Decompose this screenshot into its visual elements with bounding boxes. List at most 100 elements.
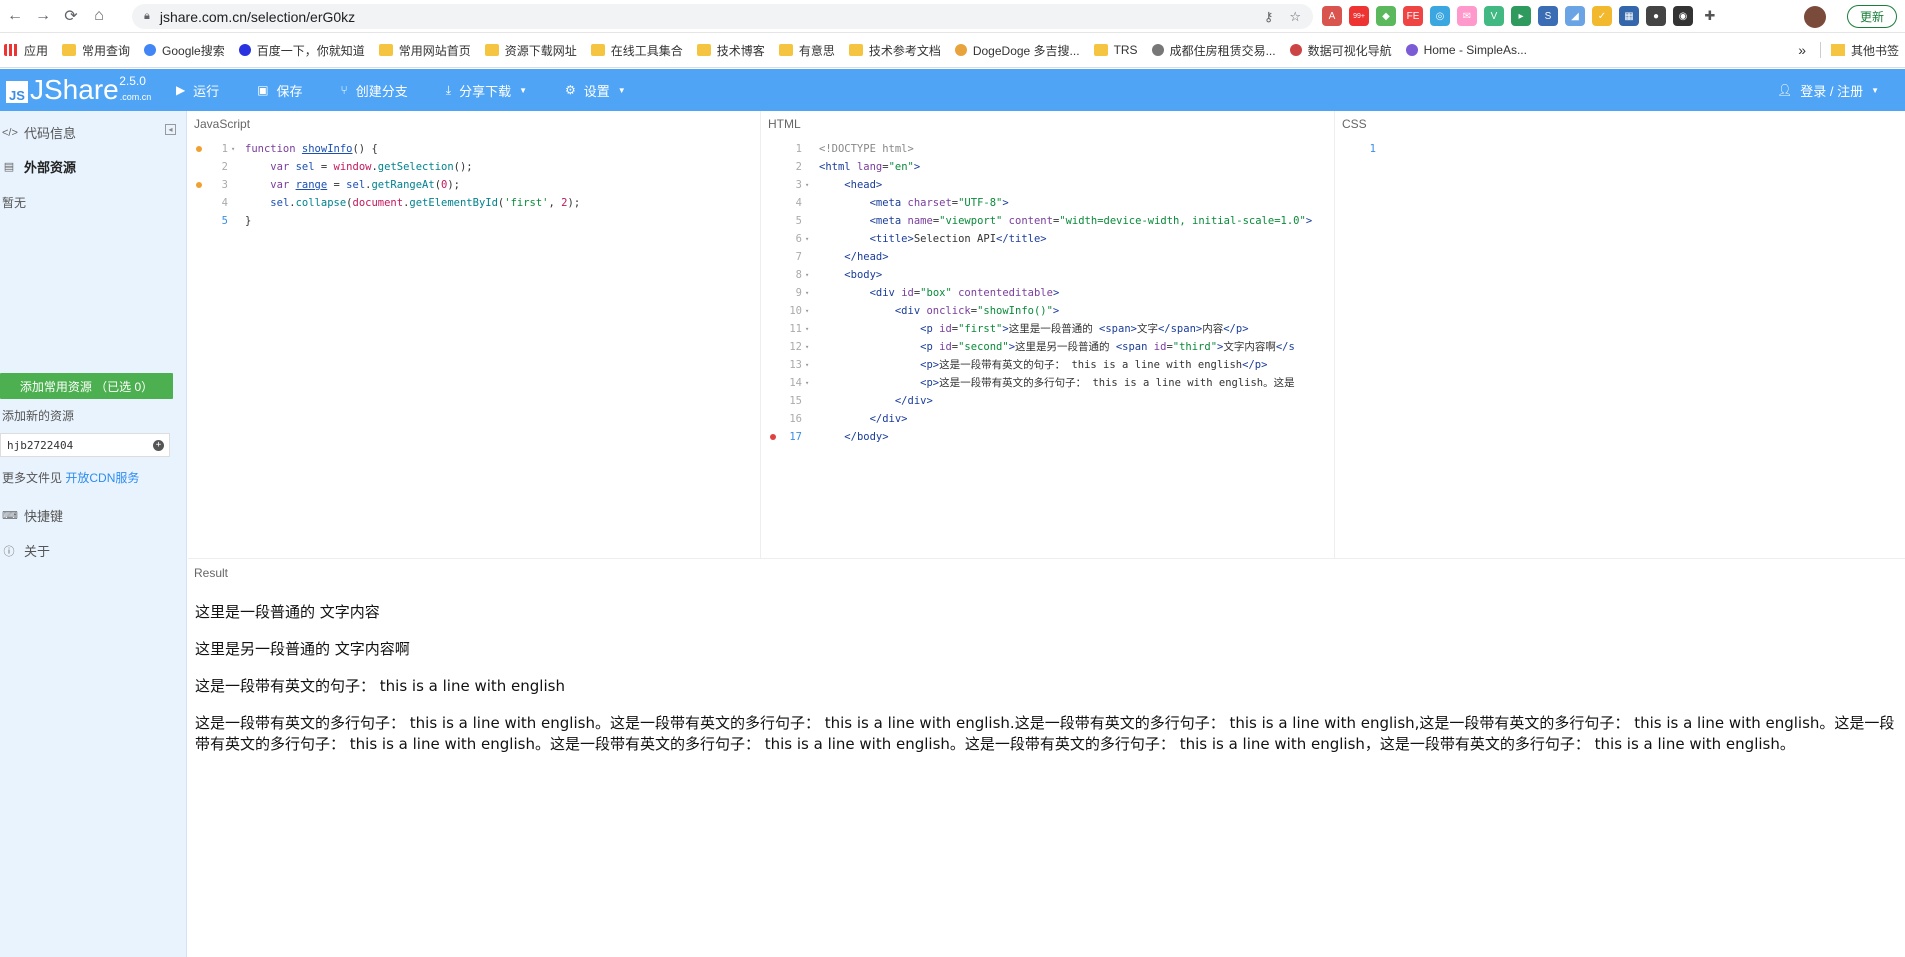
bookmark-item[interactable]: 常用网站首页 [378, 42, 471, 59]
bookmark-item[interactable]: 常用查询 [62, 42, 130, 59]
extension-flag-icon[interactable]: ▸ [1511, 6, 1531, 26]
key-icon[interactable]: ⚷ [1264, 9, 1274, 25]
result-paragraph-first[interactable]: 这里是一段普通的 文字内容 [195, 602, 380, 623]
bookmark-item[interactable]: 技术博客 [696, 42, 765, 59]
logo-js-badge: JS [6, 81, 28, 103]
bookmark-item[interactable]: 在线工具集合 [590, 42, 683, 59]
bookmark-apps[interactable]: 应用 [4, 42, 48, 59]
open-cdn-link[interactable]: 开放CDN服务 [65, 471, 139, 485]
forward-icon[interactable]: → [30, 3, 56, 29]
bookmark-item[interactable]: 有意思 [778, 42, 835, 59]
bookmark-item[interactable]: 资源下载网址 [484, 42, 577, 59]
extension-bird-icon[interactable]: ◢ [1565, 6, 1585, 26]
fold-arrow-icon[interactable]: ▾ [805, 284, 809, 302]
bookmark-star-icon[interactable]: ☆ [1289, 9, 1301, 25]
bookmark-label: Home - SimpleAs... [1423, 43, 1527, 57]
extension-shield-icon[interactable]: A [1322, 6, 1342, 26]
version-label: 2.5.0 [119, 74, 146, 88]
add-common-resources-button[interactable]: 添加常用资源 （已选 0） [0, 373, 173, 399]
extension-fe-icon[interactable]: FE [1403, 6, 1423, 26]
external-resources-item[interactable]: ▤ 外部资源 [0, 157, 76, 176]
extension-screenshot-icon[interactable]: S [1538, 6, 1558, 26]
gear-icon: ⚙ [565, 83, 576, 97]
fold-arrow-icon[interactable]: ▾ [805, 266, 809, 284]
extension-badge-icon[interactable]: 99+ [1349, 6, 1369, 26]
settings-button[interactable]: ⚙ 设置 ▼ [565, 81, 626, 100]
extension-mail-icon[interactable]: ✉ [1457, 6, 1477, 26]
logo[interactable]: JS JShare .com.cn 2.5.0 [6, 73, 151, 107]
about-item[interactable]: ⓘ 关于 [0, 541, 51, 560]
bookmark-item[interactable]: 百度一下，你就知道 [238, 42, 365, 59]
fold-arrow-icon[interactable]: ▾ [805, 320, 809, 338]
chevron-double-right-icon[interactable]: » [1798, 42, 1806, 58]
css-code[interactable]: 1 [1336, 140, 1905, 158]
run-button[interactable]: ▶ 运行 [176, 81, 219, 100]
fold-arrow-icon[interactable]: ▾ [231, 140, 235, 158]
code-line: 8 ▾ <body> [762, 266, 1334, 284]
fold-arrow-icon[interactable]: ▾ [805, 176, 809, 194]
resource-input[interactable]: hjb2722404 + [0, 433, 170, 457]
collapse-sidebar-icon[interactable]: ◂ [165, 124, 176, 135]
bookmark-item[interactable]: 数据可视化导航 [1289, 42, 1392, 59]
shortcuts-item[interactable]: ⌨ 快捷键 [0, 506, 63, 525]
fold-arrow-icon[interactable]: ▾ [805, 374, 809, 392]
file-icon: ▤ [3, 161, 15, 173]
result-pane[interactable]: Result 这里是一段普通的 文字内容 这里是另一段普通的 文字内容啊 这是一… [188, 558, 1905, 957]
bookmark-item[interactable]: Home - SimpleAs... [1405, 43, 1527, 57]
save-button[interactable]: ▣ 保存 [257, 81, 302, 100]
extensions-puzzle-icon[interactable]: ✚ [1700, 6, 1720, 26]
browser-toolbar: ← → ⟳ ⌂ 🔒︎ jshare.com.cn/selection/erG0k… [0, 0, 1905, 33]
folder-icon [378, 44, 393, 56]
bookmark-item[interactable]: 技术参考文档 [848, 42, 941, 59]
branch-label: 创建分支 [355, 83, 408, 99]
bookmark-item[interactable]: TRS [1093, 43, 1138, 57]
bookmark-label: 百度一下，你就知道 [256, 43, 365, 58]
result-pane-label: Result [194, 566, 229, 580]
bookmark-item[interactable]: 成都住房租赁交易... [1151, 42, 1276, 59]
fold-arrow-icon[interactable]: ▾ [805, 230, 809, 248]
extension-calendar-icon[interactable]: ▦ [1619, 6, 1639, 26]
reload-icon[interactable]: ⟳ [58, 3, 84, 29]
code-icon: </> [2, 126, 18, 139]
result-paragraph-second[interactable]: 这里是另一段普通的 文字内容啊 [195, 639, 410, 660]
code-line: 14 ▾ <p>这是一段带有英文的多行句子： this is a line wit… [762, 374, 1334, 392]
css-editor[interactable]: CSS 1 [1336, 111, 1905, 558]
bookmark-item[interactable]: Google搜索 [144, 42, 225, 59]
extension-check-icon[interactable]: ✓ [1592, 6, 1612, 26]
code-line: 9 ▾ <div id="box" contenteditable> [762, 284, 1334, 302]
update-button[interactable]: 更新 [1846, 5, 1897, 28]
folder-icon [848, 44, 863, 56]
create-branch-button[interactable]: ⑂ 创建分支 [341, 81, 408, 100]
login-register-button[interactable]: 👤︎ 登录 / 注册 ▼ [1777, 81, 1879, 100]
folder-icon [778, 44, 793, 56]
address-bar[interactable]: 🔒︎ jshare.com.cn/selection/erG0kz ⚷ ☆ [132, 4, 1313, 29]
extension-elephant-icon[interactable]: ◉ [1673, 6, 1693, 26]
fold-arrow-icon[interactable]: ▾ [805, 356, 809, 374]
fold-arrow-icon[interactable]: ▾ [805, 338, 809, 356]
result-paragraph-multiline[interactable]: 这是一段带有英文的多行句子： this is a line with engli… [195, 713, 1895, 755]
profile-avatar[interactable] [1804, 6, 1826, 28]
javascript-editor[interactable]: JavaScript 1 ▾ function showInfo() { 2 var… [188, 111, 761, 558]
plus-circle-icon[interactable]: + [153, 440, 164, 451]
fold-arrow-icon[interactable]: ▾ [805, 302, 809, 320]
bookmark-item[interactable]: DogeDoge 多吉搜... [954, 42, 1080, 59]
extension-search-icon[interactable]: ◎ [1430, 6, 1450, 26]
back-icon[interactable]: ← [2, 3, 28, 29]
share-download-button[interactable]: ⤓ 分享下载 ▼ [446, 81, 527, 100]
bookmark-label: 技术参考文档 [868, 43, 941, 58]
other-bookmarks[interactable]: 其他书签 [1851, 42, 1899, 59]
code-info-label: 代码信息 [24, 126, 77, 141]
html-editor[interactable]: HTML 1 <!DOCTYPE html> 2 <html lang="en"> … [762, 111, 1335, 558]
bookmark-label: 常用网站首页 [398, 43, 471, 58]
code-info-item[interactable]: </> 代码信息 [0, 123, 187, 142]
bookmark-label: 数据可视化导航 [1307, 43, 1392, 58]
result-paragraph-english[interactable]: 这是一段带有英文的句子： this is a line with english [195, 676, 565, 697]
extension-color-icon[interactable]: ◆ [1376, 6, 1396, 26]
extension-github-icon[interactable]: ● [1646, 6, 1666, 26]
resource-input-value: hjb2722404 [7, 438, 74, 452]
html-code[interactable]: 1 <!DOCTYPE html> 2 <html lang="en"> 3 ▾ <h… [762, 140, 1334, 446]
javascript-code[interactable]: 1 ▾ function showInfo() { 2 var sel = wind… [188, 140, 760, 230]
home-icon[interactable]: ⌂ [86, 3, 112, 29]
extension-vue-icon[interactable]: V [1484, 6, 1504, 26]
url-text: jshare.com.cn/selection/erG0kz [159, 8, 356, 25]
